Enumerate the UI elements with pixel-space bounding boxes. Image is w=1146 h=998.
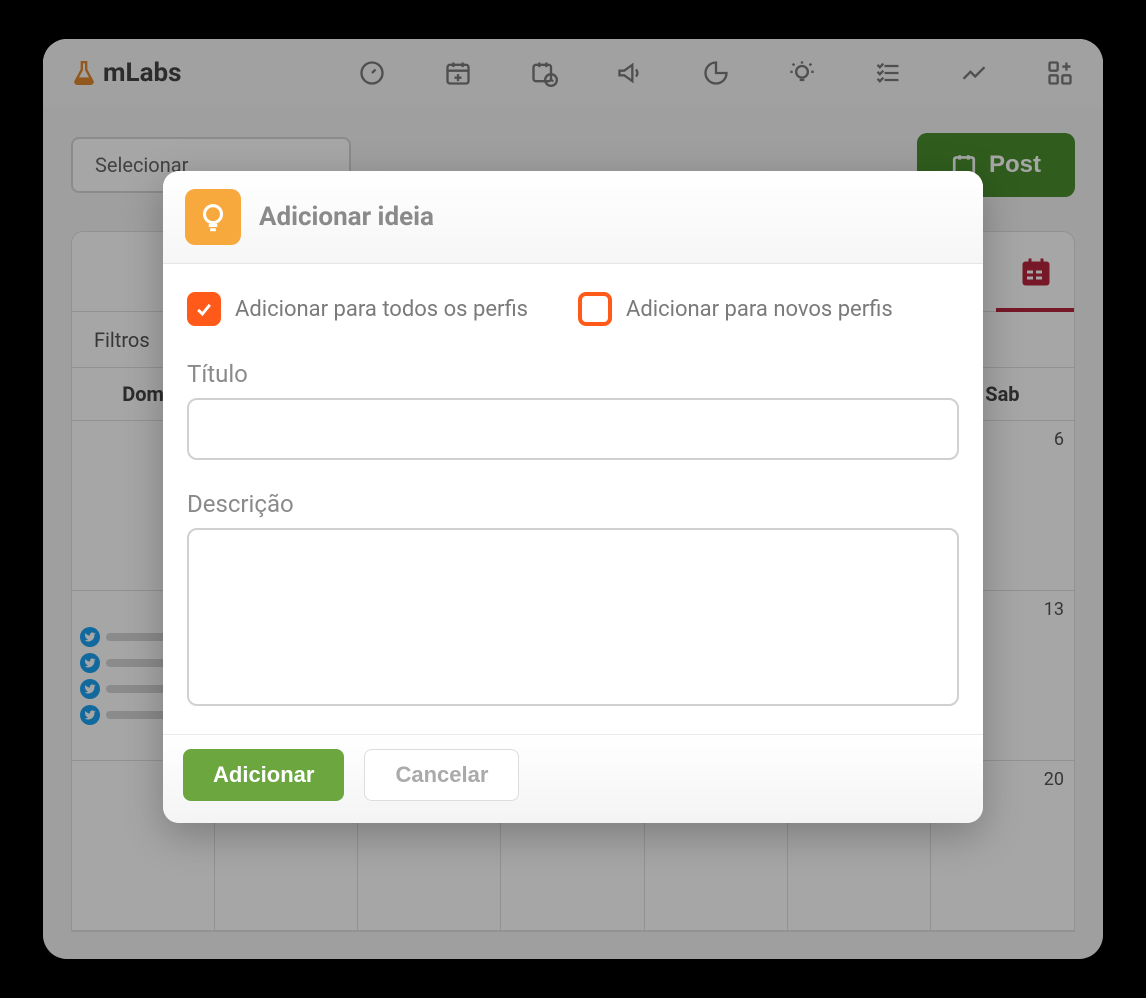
brand-logo[interactable]: mLabs <box>71 58 181 88</box>
active-tab-indicator <box>996 308 1074 312</box>
calendar-view-icon[interactable] <box>1018 254 1054 290</box>
lightbulb-icon[interactable] <box>787 58 817 88</box>
twitter-icon <box>80 653 100 673</box>
twitter-icon <box>80 705 100 725</box>
flask-icon <box>71 60 97 86</box>
twitter-icon <box>80 627 100 647</box>
add-idea-modal: Adicionar ideia Adicionar para todos os … <box>163 171 983 823</box>
modal-body: Adicionar para todos os perfis Adicionar… <box>163 264 983 734</box>
calendar-clock-icon[interactable] <box>529 58 559 88</box>
add-button[interactable]: Adicionar <box>183 749 344 801</box>
day-number: 6 <box>1054 429 1064 450</box>
checkbox-label: Adicionar para novos perfis <box>626 297 893 322</box>
description-label: Descrição <box>187 490 959 518</box>
checkbox-label: Adicionar para todos os perfis <box>235 297 528 322</box>
checkbox-new-profiles[interactable]: Adicionar para novos perfis <box>578 292 893 326</box>
top-nav: mLabs <box>43 39 1103 107</box>
checklist-icon[interactable] <box>873 58 903 88</box>
checkbox-all-profiles[interactable]: Adicionar para todos os perfis <box>187 292 528 326</box>
description-input[interactable] <box>187 528 959 706</box>
twitter-icon <box>80 679 100 699</box>
day-number: 13 <box>1044 599 1064 620</box>
brand-name: mLabs <box>103 58 181 88</box>
checkbox-row: Adicionar para todos os perfis Adicionar… <box>187 292 959 326</box>
modal-title: Adicionar ideia <box>259 202 434 232</box>
cancel-button[interactable]: Cancelar <box>364 749 519 801</box>
app-window: mLabs <box>43 39 1103 959</box>
day-number: 20 <box>1044 769 1064 790</box>
title-input[interactable] <box>187 398 959 460</box>
lightbulb-modal-icon <box>185 189 241 245</box>
analytics-icon[interactable] <box>959 58 989 88</box>
apps-add-icon[interactable] <box>1045 58 1075 88</box>
modal-header: Adicionar ideia <box>163 171 983 264</box>
post-button-label: Post <box>989 151 1041 179</box>
modal-footer: Adicionar Cancelar <box>163 734 983 823</box>
megaphone-icon[interactable] <box>615 58 645 88</box>
pie-chart-icon[interactable] <box>701 58 731 88</box>
title-label: Título <box>187 360 959 388</box>
dashboard-icon[interactable] <box>357 58 387 88</box>
checkbox-icon <box>578 292 612 326</box>
calendar-add-icon[interactable] <box>443 58 473 88</box>
checkbox-icon <box>187 292 221 326</box>
